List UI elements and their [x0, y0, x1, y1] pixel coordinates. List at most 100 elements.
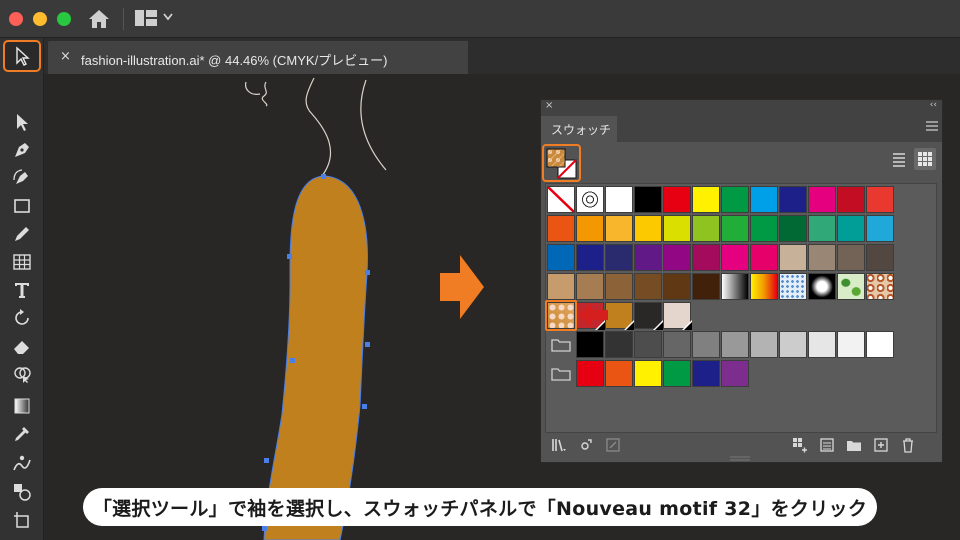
- gradient-tool[interactable]: [9, 394, 35, 418]
- swatch-item[interactable]: [576, 186, 604, 213]
- eraser-tool[interactable]: [9, 334, 35, 358]
- new-color-group-icon[interactable]: [792, 437, 808, 453]
- tab-swatches[interactable]: スウォッチ: [541, 116, 617, 142]
- swatch-item[interactable]: [547, 186, 575, 213]
- swatch-item[interactable]: [779, 244, 807, 271]
- swatch-item[interactable]: [779, 273, 807, 300]
- swatch-item[interactable]: [692, 273, 720, 300]
- swatch-item[interactable]: [750, 331, 778, 358]
- swatch-item[interactable]: [750, 244, 778, 271]
- swatch-item[interactable]: [547, 273, 575, 300]
- swatch-item[interactable]: [663, 302, 692, 330]
- shape-builder-tool[interactable]: [9, 362, 35, 386]
- swatch-item[interactable]: [721, 244, 749, 271]
- edit-color-group-icon[interactable]: [819, 437, 835, 453]
- delete-swatch-icon[interactable]: [900, 437, 916, 453]
- swatch-item[interactable]: [750, 215, 778, 242]
- selection-tool[interactable]: [3, 40, 41, 72]
- swatch-item[interactable]: [634, 302, 663, 330]
- swatch-item[interactable]: [837, 215, 865, 242]
- zoom-window-button[interactable]: [57, 12, 71, 26]
- swatch-item[interactable]: [547, 244, 575, 271]
- swatch-item[interactable]: [721, 360, 749, 387]
- swatch-options-icon[interactable]: [605, 437, 621, 453]
- swatch-folder-icon[interactable]: [551, 338, 571, 352]
- swatch-item[interactable]: [663, 186, 691, 213]
- swatch-item[interactable]: [808, 244, 836, 271]
- swatch-item[interactable]: [721, 215, 749, 242]
- swatch-item[interactable]: [721, 186, 749, 213]
- swatch-item[interactable]: [808, 215, 836, 242]
- swatch-item[interactable]: [663, 331, 691, 358]
- pen-tool[interactable]: [9, 138, 35, 162]
- swatch-item[interactable]: [634, 331, 662, 358]
- swatch-item[interactable]: [779, 215, 807, 242]
- swatch-item[interactable]: [837, 331, 865, 358]
- swatch-item[interactable]: [605, 215, 633, 242]
- swatch-item[interactable]: [576, 331, 604, 358]
- swatch-item[interactable]: [808, 186, 836, 213]
- swatch-item[interactable]: [663, 273, 691, 300]
- collapse-panel-icon[interactable]: ‹‹: [930, 100, 937, 110]
- swatch-item[interactable]: [634, 244, 662, 271]
- swatch-item[interactable]: [866, 331, 894, 358]
- swatch-item[interactable]: [663, 244, 691, 271]
- swatch-item[interactable]: [866, 244, 894, 271]
- swatch-item[interactable]: [692, 244, 720, 271]
- rectangle-tool[interactable]: [9, 194, 35, 218]
- swatch-item[interactable]: [721, 273, 749, 300]
- curvature-tool[interactable]: [9, 166, 35, 190]
- chevron-down-icon[interactable]: [163, 13, 173, 21]
- swatch-item[interactable]: [866, 273, 894, 300]
- swatch-item[interactable]: [605, 273, 633, 300]
- swatch-item[interactable]: [605, 331, 633, 358]
- minimize-window-button[interactable]: [33, 12, 47, 26]
- document-tab[interactable]: × fashion-illustration.ai* @ 44.46% (CMY…: [48, 41, 468, 74]
- swatch-item[interactable]: [634, 186, 662, 213]
- swatch-item[interactable]: [750, 273, 778, 300]
- puppet-warp-tool[interactable]: [9, 452, 35, 476]
- swatch-item[interactable]: [634, 360, 662, 387]
- list-view-icon[interactable]: [888, 148, 910, 170]
- swatch-item[interactable]: [605, 302, 634, 330]
- swatch-item[interactable]: [663, 215, 691, 242]
- swatch-item[interactable]: [779, 186, 807, 213]
- swatch-item[interactable]: [750, 186, 778, 213]
- swatch-item[interactable]: [663, 360, 691, 387]
- direct-selection-tool[interactable]: [9, 110, 35, 134]
- grid-tool[interactable]: [9, 250, 35, 274]
- swatch-folder-icon[interactable]: [551, 367, 571, 381]
- close-panel-icon[interactable]: ×: [545, 100, 553, 111]
- swatch-item[interactable]: [692, 186, 720, 213]
- new-swatch-icon[interactable]: [873, 437, 889, 453]
- swatch-item[interactable]: [866, 215, 894, 242]
- show-swatch-kinds-icon[interactable]: [578, 437, 594, 453]
- swatch-item[interactable]: [576, 360, 604, 387]
- swatch-item[interactable]: [866, 186, 894, 213]
- blend-tool[interactable]: [9, 480, 35, 504]
- swatch-item[interactable]: [721, 331, 749, 358]
- panel-menu-icon[interactable]: [926, 121, 938, 131]
- swatch-item[interactable]: [837, 244, 865, 271]
- swatch-library-icon[interactable]: [551, 437, 567, 453]
- swatch-item[interactable]: [605, 244, 633, 271]
- close-document-icon[interactable]: ×: [60, 49, 71, 64]
- swatch-item[interactable]: [634, 273, 662, 300]
- new-folder-icon[interactable]: [846, 437, 862, 453]
- swatch-item[interactable]: [808, 273, 836, 300]
- pencil-tool[interactable]: [9, 222, 35, 246]
- artboard-tool[interactable]: [9, 508, 35, 532]
- swatch-item[interactable]: [692, 331, 720, 358]
- eyedropper-tool[interactable]: [9, 422, 35, 446]
- home-icon[interactable]: [88, 9, 110, 29]
- swatch-item[interactable]: [808, 331, 836, 358]
- swatch-item[interactable]: [605, 360, 633, 387]
- rotate-tool[interactable]: [9, 306, 35, 330]
- swatch-item[interactable]: [837, 186, 865, 213]
- swatch-item[interactable]: [634, 215, 662, 242]
- swatch-item[interactable]: [547, 215, 575, 242]
- swatch-item[interactable]: [576, 273, 604, 300]
- panel-resize-grip[interactable]: [730, 456, 750, 461]
- type-tool[interactable]: [9, 278, 35, 302]
- grid-view-icon[interactable]: [914, 148, 936, 170]
